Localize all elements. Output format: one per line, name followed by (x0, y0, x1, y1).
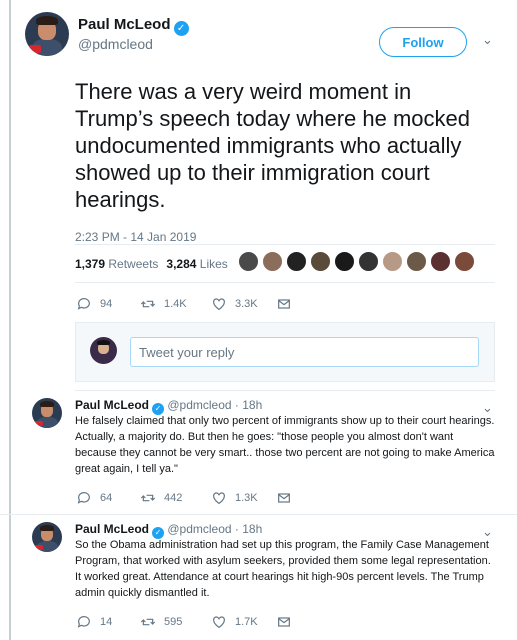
heart-icon (213, 492, 225, 505)
like-action[interactable]: 1.3K (211, 490, 258, 506)
thread-tweet-actions: 14 595 1.7K (76, 614, 476, 632)
reply-icon (77, 492, 90, 504)
reply-icon (77, 298, 90, 310)
main-tweet-actions: 94 1.4K 3.3K (76, 296, 476, 314)
like-count: 1.3K (235, 492, 258, 504)
likes-stat[interactable]: 3,284 Likes (166, 257, 227, 271)
retweet-icon (140, 618, 156, 626)
tweet-text: There was a very weird moment in Trump’s… (75, 79, 470, 212)
direct-message-action[interactable] (276, 296, 300, 312)
thread-line (9, 0, 11, 640)
envelope-icon (278, 493, 290, 503)
retweets-count[interactable]: 1,379 (75, 257, 105, 271)
reply-icon (77, 616, 90, 628)
tweet-age[interactable]: 18h (242, 398, 262, 412)
chevron-down-icon[interactable]: ⌄ (482, 32, 493, 48)
like-count: 3.3K (235, 298, 258, 310)
likes-label[interactable]: Likes (200, 257, 228, 271)
divider (75, 244, 495, 245)
verified-icon: ✓ (173, 21, 189, 36)
heart-icon (213, 616, 225, 629)
author-handle[interactable]: @pdmcleod (167, 398, 231, 412)
author-name[interactable]: Paul McLeod ✓ (78, 16, 189, 36)
author-handle[interactable]: @pdmcleod (78, 36, 153, 52)
like-count: 1.7K (235, 616, 258, 628)
author-avatar[interactable] (25, 12, 69, 56)
retweet-count: 1.4K (164, 298, 187, 310)
likes-count[interactable]: 3,284 (166, 257, 196, 271)
tweet-text: So the Obama administration had set up t… (75, 539, 491, 599)
divider (75, 390, 495, 391)
liker-avatar[interactable] (358, 251, 379, 272)
reply-action[interactable]: 94 (76, 296, 112, 312)
retweets-stat[interactable]: 1,379 Retweets (75, 257, 158, 271)
author-name[interactable]: Paul McLeod (75, 398, 149, 412)
author-handle[interactable]: @pdmcleod (167, 522, 231, 536)
liker-avatar[interactable] (334, 251, 355, 272)
author-avatar[interactable] (32, 398, 62, 428)
retweet-action[interactable]: 1.4K (140, 296, 187, 312)
heart-icon (213, 298, 225, 311)
reply-count: 94 (100, 298, 113, 310)
liker-avatar[interactable] (286, 251, 307, 272)
reply-action[interactable]: 14 (76, 614, 112, 630)
envelope-icon (278, 617, 290, 627)
liker-avatar[interactable] (454, 251, 475, 272)
divider (0, 514, 517, 515)
reply-input[interactable] (130, 337, 479, 367)
direct-message-action[interactable] (276, 614, 300, 630)
retweet-icon (140, 300, 156, 308)
thread-tweet-actions: 64 442 1.3K (76, 490, 476, 508)
like-action[interactable]: 3.3K (211, 296, 258, 312)
liker-avatar[interactable] (310, 251, 331, 272)
current-user-avatar (90, 337, 117, 364)
reply-action[interactable]: 64 (76, 490, 112, 506)
liker-avatar[interactable] (382, 251, 403, 272)
envelope-icon (278, 299, 290, 309)
liker-avatar[interactable] (262, 251, 283, 272)
retweet-count: 595 (164, 616, 183, 628)
follow-button[interactable]: Follow (379, 27, 467, 57)
reply-count: 14 (100, 616, 113, 628)
retweet-action[interactable]: 595 (140, 614, 182, 630)
retweet-icon (140, 494, 156, 502)
divider (75, 282, 495, 283)
retweet-action[interactable]: 442 (140, 490, 182, 506)
like-action[interactable]: 1.7K (211, 614, 258, 630)
tweet-timestamp[interactable]: 2:23 PM - 14 Jan 2019 (75, 230, 196, 244)
author-name[interactable]: Paul McLeod (75, 522, 149, 536)
reply-count: 64 (100, 492, 113, 504)
author-avatar[interactable] (32, 522, 62, 552)
direct-message-action[interactable] (276, 490, 300, 506)
liker-avatar[interactable] (406, 251, 427, 272)
liker-avatar[interactable] (430, 251, 451, 272)
engagement-stats: 1,379 Retweets 3,284 Likes (75, 257, 228, 271)
author-name-text[interactable]: Paul McLeod (78, 16, 171, 33)
reply-composer (75, 322, 495, 382)
liker-avatar[interactable] (238, 251, 259, 272)
retweet-count: 442 (164, 492, 183, 504)
tweet-text: He falsely claimed that only two percent… (75, 415, 495, 475)
tweet-age[interactable]: 18h (242, 522, 262, 536)
retweets-label[interactable]: Retweets (108, 257, 158, 271)
